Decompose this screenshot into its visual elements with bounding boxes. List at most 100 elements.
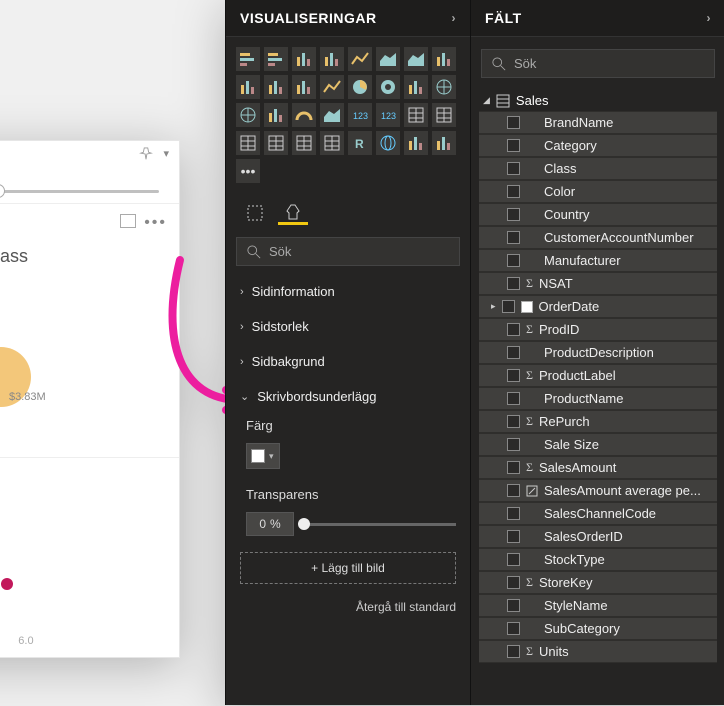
collapse-pane-icon[interactable]: › xyxy=(452,11,457,25)
viz-icon-table[interactable] xyxy=(432,103,456,127)
viz-icon-map[interactable] xyxy=(432,75,456,99)
field-stylename[interactable]: StyleName xyxy=(479,594,717,617)
viz-icon-py-visual[interactable] xyxy=(320,131,344,155)
chevron-down-icon[interactable]: ▾ xyxy=(163,147,169,164)
field-checkbox[interactable] xyxy=(507,392,520,405)
field-checkbox[interactable] xyxy=(507,438,520,451)
viz-icon-line-stacked[interactable] xyxy=(264,75,288,99)
viz-icon-stacked-bar[interactable] xyxy=(236,47,260,71)
viz-icon-multi-card[interactable]: 123 xyxy=(348,103,372,127)
viz-icon-ribbon[interactable] xyxy=(432,47,456,71)
field-checkbox[interactable] xyxy=(507,139,520,152)
field-checkbox[interactable] xyxy=(507,231,520,244)
section-page-info[interactable]: ›Sidinformation xyxy=(226,274,470,309)
pin-icon[interactable] xyxy=(139,147,153,164)
field-stocktype[interactable]: StockType xyxy=(479,548,717,571)
field-productdescription[interactable]: ProductDescription xyxy=(479,341,717,364)
viz-icon-r-visual[interactable] xyxy=(264,131,288,155)
field-checkbox[interactable] xyxy=(507,645,520,658)
field-checkbox[interactable] xyxy=(507,461,520,474)
field-country[interactable]: Country xyxy=(479,203,717,226)
field-checkbox[interactable] xyxy=(507,346,520,359)
viz-icon-qna[interactable] xyxy=(404,131,428,155)
viz-icon-waterfall[interactable] xyxy=(292,75,316,99)
viz-icon-funnel[interactable] xyxy=(264,103,288,127)
field-checkbox[interactable] xyxy=(507,507,520,520)
color-picker[interactable]: ▾ xyxy=(246,443,280,469)
viz-icon-card[interactable] xyxy=(320,103,344,127)
viz-more-icon[interactable]: ••• xyxy=(236,159,260,183)
add-image-button[interactable]: + Lägg till bild xyxy=(240,552,456,584)
fields-search[interactable]: Sök xyxy=(481,49,715,78)
transparency-slider[interactable] xyxy=(302,523,456,526)
section-page-size[interactable]: ›Sidstorlek xyxy=(226,309,470,344)
field-color[interactable]: Color xyxy=(479,180,717,203)
field-checkbox[interactable] xyxy=(507,277,520,290)
focus-mode-icon[interactable] xyxy=(120,214,136,228)
field-class[interactable]: Class xyxy=(479,157,717,180)
viz-icon-clustered-bar[interactable] xyxy=(264,47,288,71)
field-prodid[interactable]: ΣProdID xyxy=(479,318,717,341)
viz-icon-matrix[interactable] xyxy=(236,131,260,155)
section-wallpaper[interactable]: ⌄Skrivbordsunderlägg xyxy=(226,379,470,414)
viz-icon-decomposition[interactable] xyxy=(376,131,400,155)
field-checkbox[interactable] xyxy=(507,553,520,566)
field-subcategory[interactable]: SubCategory xyxy=(479,617,717,640)
field-customeraccountnumber[interactable]: CustomerAccountNumber xyxy=(479,226,717,249)
visual-chart-1[interactable]: $3.83M xyxy=(0,277,179,457)
viz-icon-stacked-column[interactable] xyxy=(292,47,316,71)
slicer-slider[interactable] xyxy=(0,190,159,193)
viz-icon-slicer[interactable] xyxy=(404,103,428,127)
viz-icon-treemap[interactable] xyxy=(404,75,428,99)
field-sale-size[interactable]: Sale Size xyxy=(479,433,717,456)
field-orderdate[interactable]: ▸OrderDate xyxy=(479,295,717,318)
format-search[interactable]: Sök xyxy=(236,237,460,266)
field-saleschannelcode[interactable]: SalesChannelCode xyxy=(479,502,717,525)
viz-icon-pie[interactable] xyxy=(348,75,372,99)
field-checkbox[interactable] xyxy=(507,162,520,175)
field-brandname[interactable]: BrandName xyxy=(479,111,717,134)
viz-icon-kpi[interactable]: 123 xyxy=(376,103,400,127)
field-category[interactable]: Category xyxy=(479,134,717,157)
field-nsat[interactable]: ΣNSAT xyxy=(479,272,717,295)
field-checkbox[interactable] xyxy=(507,530,520,543)
viz-icon-arcgis[interactable] xyxy=(292,131,316,155)
viz-icon-stacked-area[interactable] xyxy=(404,47,428,71)
field-checkbox[interactable] xyxy=(507,484,520,497)
field-salesamount-average-pe---[interactable]: SalesAmount average pe... xyxy=(479,479,717,502)
viz-icon-filled-map[interactable] xyxy=(236,103,260,127)
field-checkbox[interactable] xyxy=(507,254,520,267)
viz-icon-area[interactable] xyxy=(376,47,400,71)
section-page-background[interactable]: ›Sidbakgrund xyxy=(226,344,470,379)
field-checkbox[interactable] xyxy=(502,300,515,313)
viz-icon-scatter[interactable] xyxy=(320,75,344,99)
viz-icon-key-influencers[interactable]: R xyxy=(348,131,372,155)
table-sales[interactable]: ◢Sales xyxy=(479,90,717,111)
field-checkbox[interactable] xyxy=(507,116,520,129)
field-productname[interactable]: ProductName xyxy=(479,387,717,410)
format-tab[interactable] xyxy=(278,201,308,225)
more-options-icon[interactable]: ••• xyxy=(144,214,167,232)
field-checkbox[interactable] xyxy=(507,185,520,198)
field-units[interactable]: ΣUnits xyxy=(479,640,717,663)
field-checkbox[interactable] xyxy=(507,576,520,589)
viz-icon-line-clustered[interactable] xyxy=(236,75,260,99)
collapse-pane-icon[interactable]: › xyxy=(707,11,712,25)
field-repurch[interactable]: ΣRePurch xyxy=(479,410,717,433)
field-checkbox[interactable] xyxy=(507,323,520,336)
transparency-value[interactable]: 0 % xyxy=(246,512,294,536)
field-manufacturer[interactable]: Manufacturer xyxy=(479,249,717,272)
field-productlabel[interactable]: ΣProductLabel xyxy=(479,364,717,387)
field-checkbox[interactable] xyxy=(507,369,520,382)
revert-to-default[interactable]: Återgå till standard xyxy=(226,592,470,622)
field-checkbox[interactable] xyxy=(507,208,520,221)
viz-icon-donut[interactable] xyxy=(376,75,400,99)
field-checkbox[interactable] xyxy=(507,415,520,428)
field-checkbox[interactable] xyxy=(507,599,520,612)
field-checkbox[interactable] xyxy=(507,622,520,635)
visual-chart-2[interactable]: Brand 5.8 6.0 xyxy=(0,457,179,657)
fields-tab[interactable] xyxy=(240,201,270,225)
viz-icon-paginated[interactable] xyxy=(432,131,456,155)
viz-icon-line[interactable] xyxy=(348,47,372,71)
field-salesamount[interactable]: ΣSalesAmount xyxy=(479,456,717,479)
